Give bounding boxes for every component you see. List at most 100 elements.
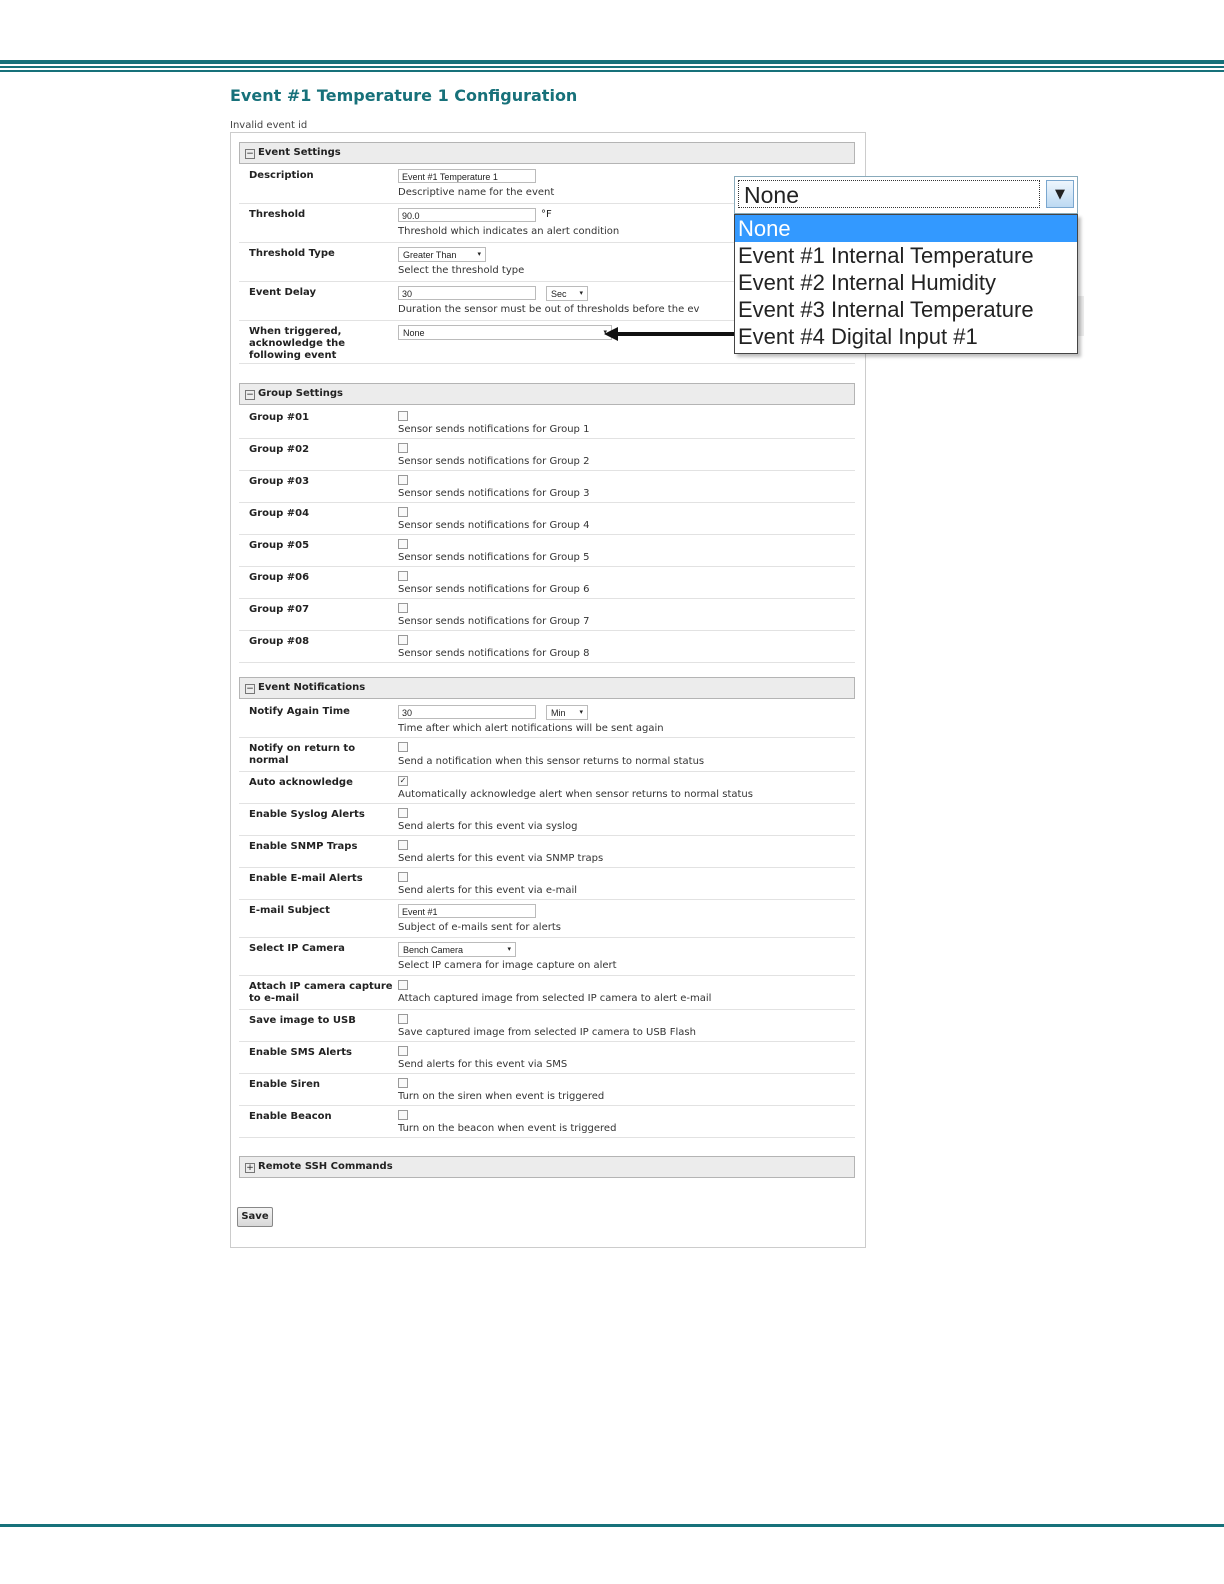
auto-ack-checkbox[interactable]: ✓ xyxy=(398,776,408,786)
callout-dropdown[interactable]: None ▼ xyxy=(734,176,1078,214)
section-title: Event Settings xyxy=(258,147,341,158)
group-checkbox[interactable] xyxy=(398,603,408,613)
group-row: Group #06 Sensor sends notifications for … xyxy=(239,567,855,599)
expand-icon[interactable]: + xyxy=(245,1163,255,1173)
notify-again-unit-select[interactable]: Min ▾ xyxy=(546,705,588,720)
field-label: Group #02 xyxy=(249,444,310,455)
event-notifications-header[interactable]: − Event Notifications xyxy=(239,677,855,699)
field-label: Enable SNMP Traps xyxy=(249,841,358,852)
field-label: E-mail Subject xyxy=(249,905,330,916)
callout-arrow xyxy=(612,332,734,336)
field-help: Save captured image from selected IP cam… xyxy=(398,1027,696,1038)
page-title: Event #1 Temperature 1 Configuration xyxy=(230,86,578,105)
event-delay-unit-select[interactable]: Sec ▾ xyxy=(546,286,588,301)
field-help: Sensor sends notifications for Group 7 xyxy=(398,616,590,627)
field-help: Time after which alert notifications wil… xyxy=(398,723,664,734)
select-value: Greater Than xyxy=(403,250,457,260)
beacon-checkbox[interactable] xyxy=(398,1110,408,1120)
field-label: Group #04 xyxy=(249,508,310,519)
field-label: Enable SMS Alerts xyxy=(249,1047,352,1058)
dropdown-option[interactable]: Event #4 Digital Input #1 xyxy=(735,323,1077,350)
threshold-type-select[interactable]: Greater Than ▾ xyxy=(398,247,486,262)
email-subject-input[interactable]: Event #1 xyxy=(398,904,536,918)
beacon-row: Enable Beacon Turn on the beacon when ev… xyxy=(239,1106,855,1138)
field-label: Group #08 xyxy=(249,636,310,647)
group-row: Group #01 Sensor sends notifications for … xyxy=(239,407,855,439)
field-help: Send alerts for this event via e-mail xyxy=(398,885,578,896)
field-help: Sensor sends notifications for Group 8 xyxy=(398,648,590,659)
select-value: Min xyxy=(551,708,566,718)
syslog-row: Enable Syslog Alerts Send alerts for thi… xyxy=(239,804,855,836)
field-label: Enable E-mail Alerts xyxy=(249,873,363,884)
event-settings-header[interactable]: − Event Settings xyxy=(239,142,855,164)
group-checkbox[interactable] xyxy=(398,507,408,517)
field-help: Sensor sends notifications for Group 4 xyxy=(398,520,590,531)
sms-row: Enable SMS Alerts Send alerts for this e… xyxy=(239,1042,855,1074)
save-usb-row: Save image to USB Save captured image fr… xyxy=(239,1010,855,1042)
field-label: Enable Syslog Alerts xyxy=(249,809,365,820)
save-button[interactable]: Save xyxy=(237,1207,273,1227)
dropdown-option[interactable]: Event #1 Internal Temperature xyxy=(735,242,1077,269)
callout-dropdown-value: None xyxy=(738,180,1040,208)
section-title: Event Notifications xyxy=(258,682,366,693)
field-label: Threshold Type xyxy=(249,248,335,259)
attach-capture-checkbox[interactable] xyxy=(398,980,408,990)
siren-checkbox[interactable] xyxy=(398,1078,408,1088)
auto-ack-row: Auto acknowledge ✓ Automatically acknowl… xyxy=(239,772,855,804)
snmp-checkbox[interactable] xyxy=(398,840,408,850)
field-help: Descriptive name for the event xyxy=(398,187,555,198)
dropdown-option[interactable]: None xyxy=(735,215,1077,242)
dropdown-option[interactable]: Event #2 Internal Humidity xyxy=(735,269,1077,296)
field-label: Description xyxy=(249,170,314,181)
dropdown-option[interactable]: Event #3 Internal Temperature xyxy=(735,296,1077,323)
field-label: Enable Beacon xyxy=(249,1111,332,1122)
description-input[interactable]: Event #1 Temperature 1 xyxy=(398,169,536,183)
attach-capture-row: Attach IP camera capture to e-mail Attac… xyxy=(239,976,855,1010)
syslog-checkbox[interactable] xyxy=(398,808,408,818)
callout-dropdown-arrow-icon[interactable]: ▼ xyxy=(1046,180,1074,208)
top-rule xyxy=(0,60,1224,72)
save-usb-checkbox[interactable] xyxy=(398,1014,408,1024)
field-help: Sensor sends notifications for Group 5 xyxy=(398,552,590,563)
field-label: Group #01 xyxy=(249,412,310,423)
field-label: Group #03 xyxy=(249,476,310,487)
group-row: Group #04 Sensor sends notifications for … xyxy=(239,503,855,535)
field-label: Attach IP camera capture to e-mail xyxy=(249,981,393,1004)
field-help: Sensor sends notifications for Group 6 xyxy=(398,584,590,595)
select-value: None xyxy=(403,328,425,338)
collapse-icon[interactable]: − xyxy=(245,390,255,400)
field-label: Notify Again Time xyxy=(249,706,350,717)
group-settings-header[interactable]: − Group Settings xyxy=(239,383,855,405)
chevron-down-icon: ▾ xyxy=(507,946,511,953)
ip-camera-select[interactable]: Bench Camera ▾ xyxy=(398,942,516,957)
group-checkbox[interactable] xyxy=(398,475,408,485)
group-row: Group #02 Sensor sends notifications for … xyxy=(239,439,855,471)
group-checkbox[interactable] xyxy=(398,571,408,581)
chevron-down-icon: ▾ xyxy=(579,709,583,716)
collapse-icon[interactable]: − xyxy=(245,149,255,159)
group-checkbox[interactable] xyxy=(398,443,408,453)
group-checkbox[interactable] xyxy=(398,411,408,421)
sms-checkbox[interactable] xyxy=(398,1046,408,1056)
group-row: Group #08 Sensor sends notifications for … xyxy=(239,631,855,663)
section-title: Remote SSH Commands xyxy=(258,1161,393,1172)
threshold-input[interactable]: 90.0 xyxy=(398,208,536,222)
field-help: Send alerts for this event via SNMP trap… xyxy=(398,853,604,864)
group-checkbox[interactable] xyxy=(398,539,408,549)
email-checkbox[interactable] xyxy=(398,872,408,882)
collapse-icon[interactable]: − xyxy=(245,684,255,694)
email-row: Enable E-mail Alerts Send alerts for thi… xyxy=(239,868,855,900)
ack-event-select[interactable]: None ▾ xyxy=(398,325,612,340)
field-help: Turn on the siren when event is triggere… xyxy=(398,1091,605,1102)
field-help: Send alerts for this event via SMS xyxy=(398,1059,568,1070)
group-checkbox[interactable] xyxy=(398,635,408,645)
field-label: Select IP Camera xyxy=(249,943,345,954)
siren-row: Enable Siren Turn on the siren when even… xyxy=(239,1074,855,1106)
field-label: Event Delay xyxy=(249,287,316,298)
notify-again-input[interactable]: 30 xyxy=(398,705,536,719)
field-help: Automatically acknowledge alert when sen… xyxy=(398,789,753,800)
field-help: Attach captured image from selected IP c… xyxy=(398,993,712,1004)
event-delay-input[interactable]: 30 xyxy=(398,286,536,300)
notify-return-checkbox[interactable] xyxy=(398,742,408,752)
remote-ssh-header[interactable]: + Remote SSH Commands xyxy=(239,1156,855,1178)
